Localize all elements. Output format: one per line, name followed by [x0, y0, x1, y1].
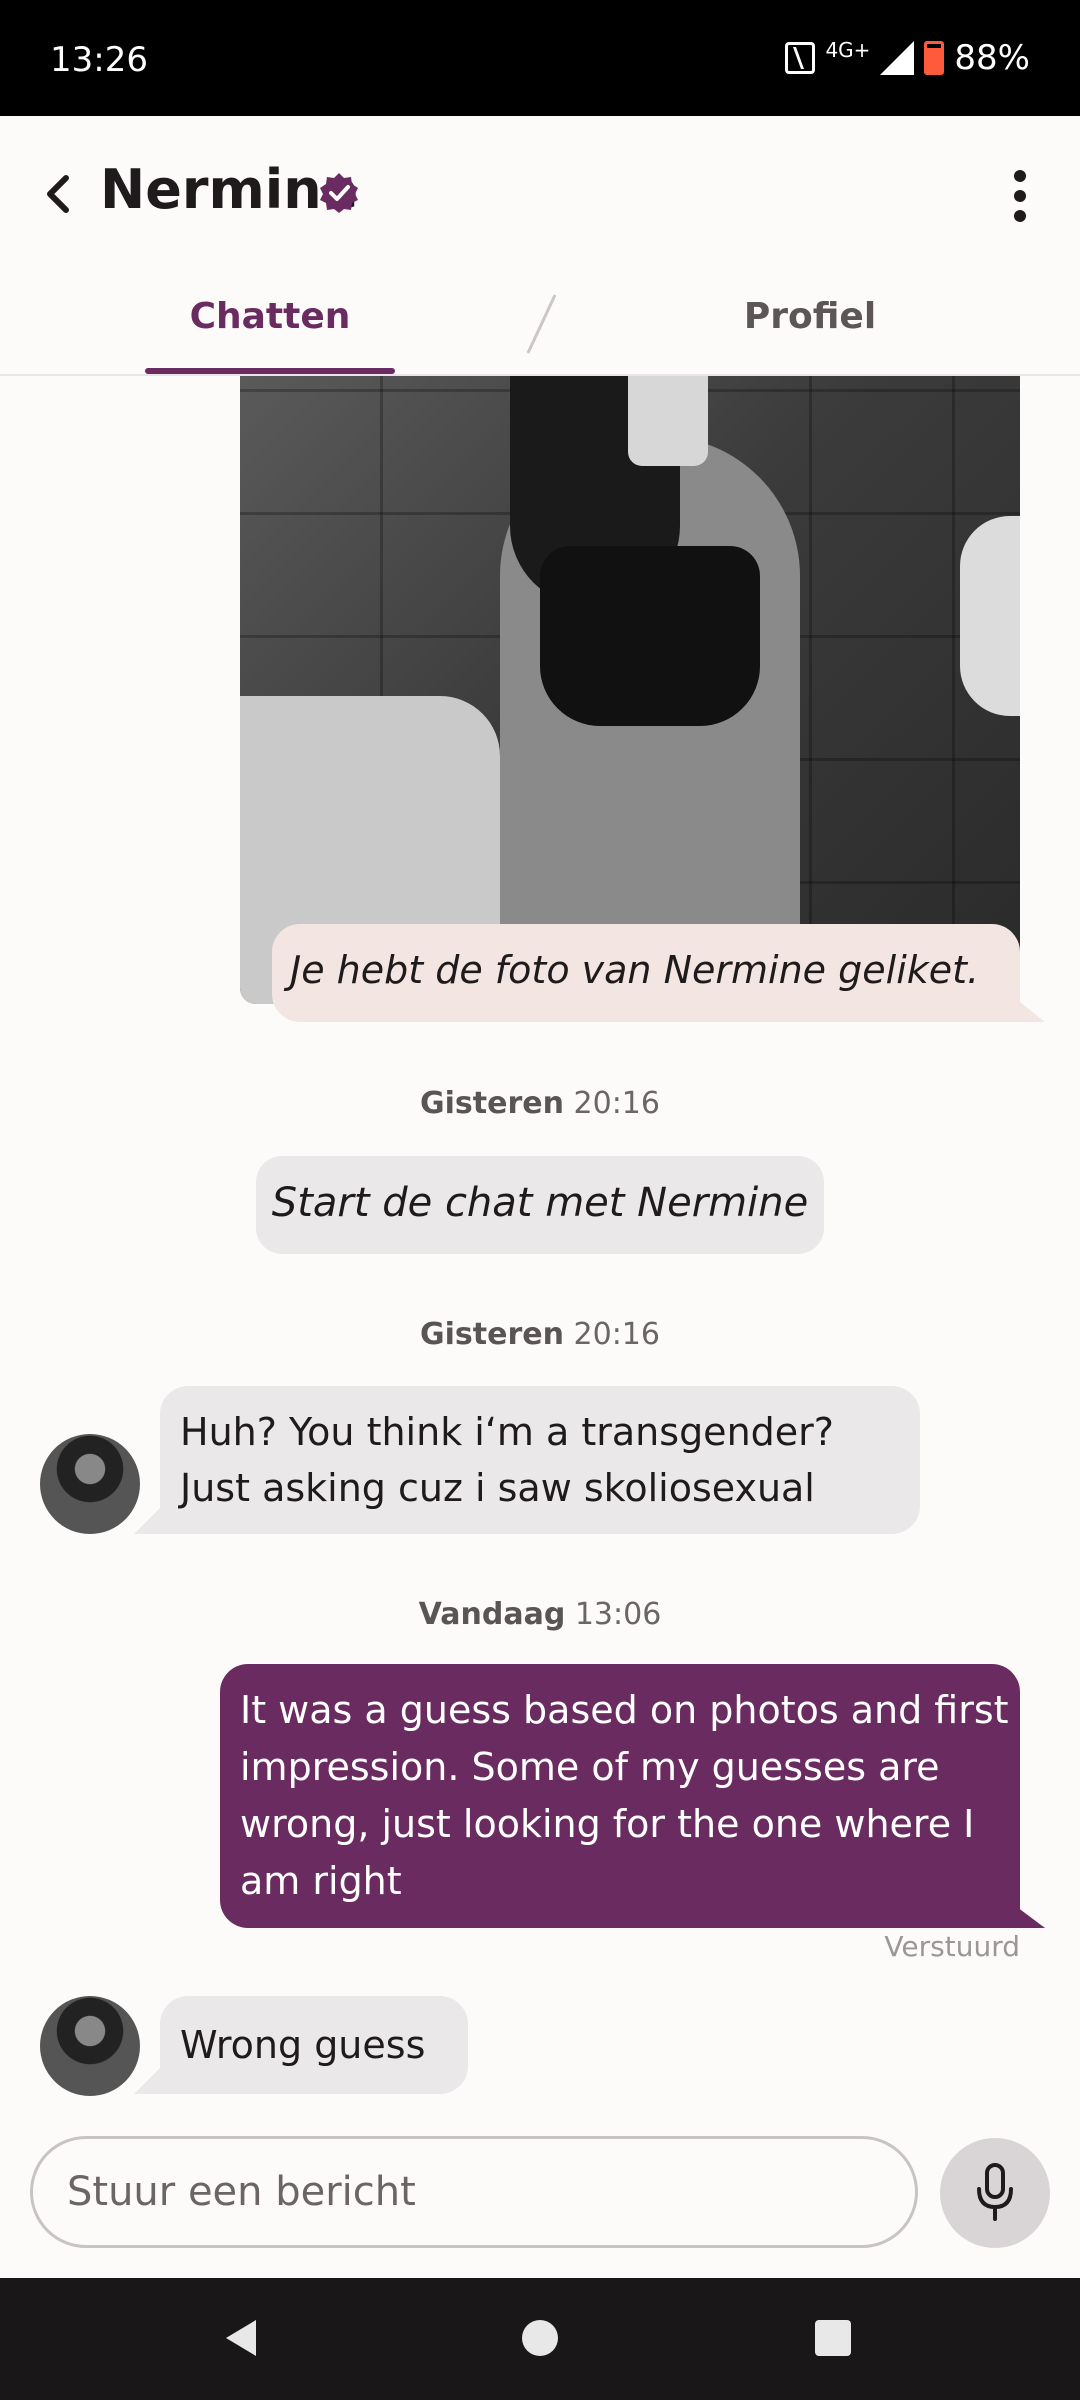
- nav-recents-icon[interactable]: [815, 2320, 851, 2356]
- battery-icon: [924, 41, 945, 75]
- tab-divider: [526, 294, 557, 354]
- timestamp-time: 20:16: [573, 1317, 660, 1352]
- tab-profiel[interactable]: Profiel: [685, 296, 935, 337]
- received-bubble-tail: [134, 2064, 164, 2094]
- photo-phone: [628, 376, 708, 466]
- received-message-text: Wrong guess: [180, 2023, 426, 2067]
- timestamp-time: 20:16: [573, 1086, 660, 1121]
- timestamp-day: Gisteren: [420, 1317, 564, 1352]
- battery-level: 88%: [954, 38, 1030, 78]
- liked-photo[interactable]: [240, 376, 1020, 1004]
- message-composer: [30, 2136, 918, 2248]
- nav-back-icon[interactable]: [220, 2316, 264, 2360]
- microphone-icon: [977, 2163, 1013, 2221]
- active-tab-indicator: [145, 368, 395, 374]
- sent-message-text: It was a guess based on photos and first…: [240, 1688, 1009, 1903]
- timestamp: Gisteren 20:16: [0, 1317, 1080, 1352]
- mic-button[interactable]: [940, 2138, 1050, 2248]
- tab-chatten[interactable]: Chatten: [145, 296, 395, 337]
- status-icons: 4G+ 88%: [785, 38, 1030, 78]
- status-bar: 13:26 4G+ 88%: [0, 0, 1080, 116]
- more-vertical-icon[interactable]: [1000, 166, 1040, 226]
- message-input[interactable]: [67, 2169, 867, 2215]
- sent-bubble-tail: [1005, 1898, 1045, 1928]
- timestamp-time: 13:06: [574, 1597, 662, 1632]
- timestamp-day: Vandaag: [418, 1597, 566, 1632]
- chat-header: Nermine: [0, 116, 1080, 272]
- message-status: Verstuurd: [884, 1930, 1020, 1963]
- tab-bar: Chatten Profiel: [0, 272, 1080, 376]
- nfc-icon: [785, 42, 816, 74]
- avatar[interactable]: [40, 1434, 140, 1534]
- verified-badge-icon: [320, 173, 358, 213]
- signal-icon: [880, 41, 915, 75]
- received-bubble-tail: [134, 1504, 164, 1534]
- timestamp-day: Gisteren: [420, 1086, 564, 1121]
- received-message-text: Huh? You think i‘m a transgender? Just a…: [180, 1410, 834, 1510]
- timestamp: Gisteren 20:16: [0, 1086, 1080, 1121]
- avatar[interactable]: [40, 1996, 140, 2096]
- start-chat-text: Start de chat met Nermine: [271, 1180, 809, 1226]
- nav-home-icon[interactable]: [522, 2320, 558, 2356]
- network-label: 4G+: [825, 38, 871, 62]
- back-chevron-icon[interactable]: [30, 164, 90, 224]
- system-nav-bar: [0, 2278, 1080, 2400]
- photo-toilet: [960, 516, 1020, 716]
- photo-like-text: Je hebt de foto van Nermine geliket.: [290, 948, 980, 992]
- photo-top: [540, 546, 760, 726]
- status-time: 13:26: [50, 40, 148, 80]
- timestamp: Vandaag 13:06: [0, 1597, 1080, 1632]
